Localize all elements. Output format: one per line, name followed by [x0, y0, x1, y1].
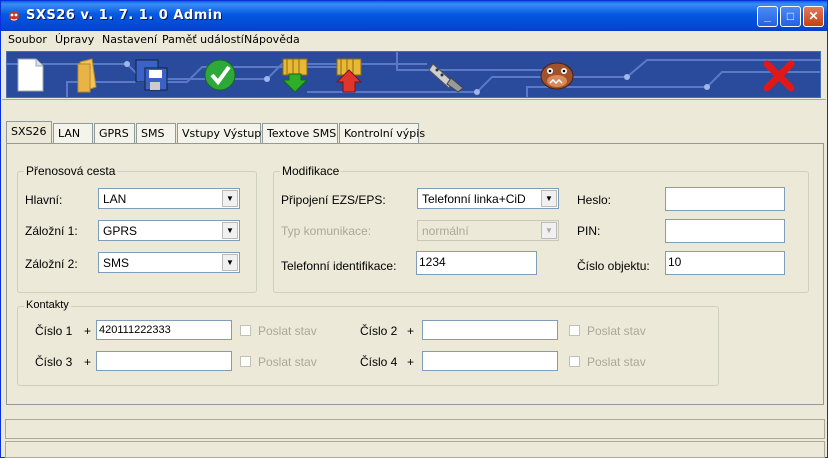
password-label: Heslo:	[577, 193, 612, 207]
object-number-field[interactable]: 10	[665, 251, 785, 275]
password-field[interactable]	[665, 187, 785, 211]
phone-id-value: 1234	[419, 255, 446, 269]
contact3-plus: +	[84, 355, 92, 369]
open-folder-icon[interactable]	[70, 56, 110, 94]
contact4-field[interactable]	[422, 351, 558, 371]
chevron-down-icon[interactable]: ▼	[222, 254, 238, 271]
maximize-button[interactable]: □	[780, 6, 801, 27]
menu-upravy[interactable]: Úpravy	[55, 33, 94, 46]
phone-id-label: Telefonní identifikace:	[281, 259, 397, 273]
tab-gprs[interactable]: GPRS	[94, 123, 135, 143]
main-label: Hlavní:	[25, 193, 63, 207]
backup1-select[interactable]: GPRS ▼	[98, 220, 240, 241]
status-bar	[5, 419, 825, 439]
contact2-field[interactable]	[422, 320, 558, 340]
backup1-label: Záložní 1:	[25, 224, 78, 238]
confirm-check-icon[interactable]	[200, 56, 240, 94]
window-title: SXS26 v. 1. 7. 1. 0 Admin	[26, 8, 223, 23]
menu-nastaveni[interactable]: Nastavení	[102, 33, 157, 46]
main-value: LAN	[103, 192, 127, 206]
contact2-plus: +	[407, 324, 415, 338]
contact2-send-status-label: Poslat stav	[587, 324, 646, 338]
backup2-value: SMS	[103, 256, 130, 270]
bulldog-icon[interactable]	[537, 56, 577, 94]
new-file-icon[interactable]	[10, 56, 50, 94]
modification-legend: Modifikace	[280, 164, 342, 178]
contacts-legend: Kontakty	[24, 299, 71, 311]
exit-x-icon[interactable]	[759, 56, 799, 94]
minimize-button[interactable]: _	[757, 6, 778, 27]
object-number-label: Číslo objektu:	[577, 259, 650, 273]
tab-vstupy-vystupy[interactable]: Vstupy Výstupy	[177, 123, 268, 143]
ezs-select[interactable]: Telefonní linka+CiD ▼	[417, 188, 559, 209]
contact2-send-status-checkbox[interactable]	[569, 325, 580, 336]
app-icon	[9, 11, 19, 21]
tab-sms[interactable]: SMS	[136, 123, 176, 143]
comm-type-value: normální	[422, 224, 469, 238]
circuit-background	[7, 52, 820, 97]
tab-textove-sms[interactable]: Textove SMS	[262, 123, 338, 143]
backup2-select[interactable]: SMS ▼	[98, 252, 240, 273]
ezs-label: Připojení EZS/EPS:	[281, 193, 386, 207]
chevron-down-icon[interactable]: ▼	[222, 190, 238, 207]
contact4-plus: +	[407, 355, 415, 369]
backup2-label: Záložní 2:	[25, 257, 78, 271]
phone-id-field[interactable]: 1234	[416, 251, 537, 275]
transfer-path-legend: Přenosová cesta	[24, 164, 118, 178]
main-select[interactable]: LAN ▼	[98, 188, 240, 209]
serial-connector-icon[interactable]	[427, 56, 467, 94]
contact1-field[interactable]: 420111222333	[96, 320, 232, 340]
backup1-value: GPRS	[103, 224, 138, 238]
contact1-send-status-checkbox[interactable]	[240, 325, 251, 336]
contact2-label: Číslo 2	[360, 324, 398, 338]
save-icon[interactable]	[132, 56, 172, 94]
close-icon: ✕	[808, 9, 819, 23]
contact3-label: Číslo 3	[35, 355, 73, 369]
tab-panel: Přenosová cesta Hlavní: LAN ▼ Záložní 1:…	[6, 143, 824, 405]
contact1-label: Číslo 1	[35, 324, 73, 338]
contact4-send-status-label: Poslat stav	[587, 355, 646, 369]
toolbar-separator	[2, 99, 826, 100]
tab-lan[interactable]: LAN	[53, 123, 93, 143]
comm-type-label: Typ komunikace:	[281, 224, 372, 238]
contacts-group: Kontakty	[17, 299, 719, 386]
contact1-value: 420111222333	[99, 324, 171, 336]
contact4-send-status-checkbox[interactable]	[569, 356, 580, 367]
contact4-label: Číslo 4	[360, 355, 398, 369]
ezs-value: Telefonní linka+CiD	[422, 192, 526, 206]
chevron-down-icon[interactable]: ▼	[541, 190, 557, 207]
close-button[interactable]: ✕	[803, 6, 824, 27]
minimize-icon: _	[764, 9, 771, 23]
object-number-value: 10	[668, 255, 682, 269]
comm-type-select: normální ▼	[417, 220, 559, 241]
upload-arrow-icon[interactable]	[329, 56, 369, 94]
contact3-field[interactable]	[96, 351, 232, 371]
status-bar-secondary	[5, 441, 825, 458]
app-window: SXS26 v. 1. 7. 1. 0 Admin _ □ ✕ Soubor Ú…	[0, 0, 828, 458]
chevron-down-icon[interactable]: ▼	[222, 222, 238, 239]
download-arrow-icon[interactable]	[275, 56, 315, 94]
maximize-icon: □	[786, 9, 795, 23]
contact1-send-status-label: Poslat stav	[258, 324, 317, 338]
menu-napoveda[interactable]: Nápověda	[244, 33, 300, 46]
chevron-down-icon: ▼	[541, 222, 557, 239]
contact3-send-status-checkbox[interactable]	[240, 356, 251, 367]
title-bar[interactable]: SXS26 v. 1. 7. 1. 0 Admin _ □ ✕	[1, 1, 827, 31]
pin-field[interactable]	[665, 219, 785, 243]
contact3-send-status-label: Poslat stav	[258, 355, 317, 369]
tab-kontrolni-vypis[interactable]: Kontrolní výpis	[339, 123, 425, 143]
pin-label: PIN:	[577, 224, 601, 238]
tab-sxs26[interactable]: SXS26	[6, 121, 52, 144]
menu-bar: Soubor Úpravy Nastavení Paměť událostí N…	[1, 31, 827, 50]
toolbar	[6, 51, 821, 98]
menu-soubor[interactable]: Soubor	[8, 33, 47, 46]
menu-pamet-udalosti[interactable]: Paměť událostí	[162, 33, 244, 46]
contact1-plus: +	[84, 324, 92, 338]
